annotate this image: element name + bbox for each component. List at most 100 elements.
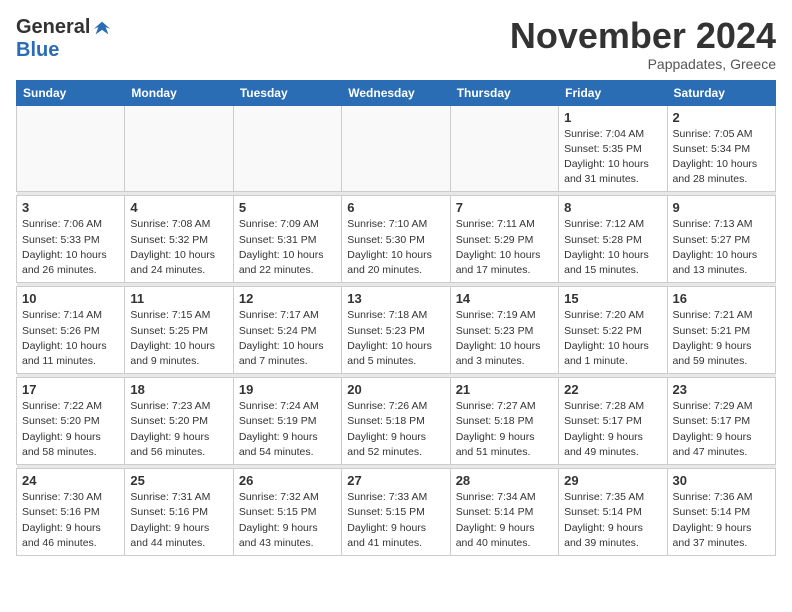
calendar-week-4: 17 Sunrise: 7:22 AM Sunset: 5:20 PM Dayli…	[17, 378, 776, 465]
logo-bird-icon	[92, 18, 112, 38]
day-number: 29	[564, 473, 661, 488]
calendar-cell: 3Sunrise: 7:06 AM Sunset: 5:33 PM Daylig…	[17, 196, 125, 283]
day-number: 20	[347, 382, 444, 397]
day-info: Sunrise: 7:34 AM Sunset: 5:14 PM Dayligh…	[456, 490, 553, 551]
day-number: 13	[347, 291, 444, 306]
day-number: 26	[239, 473, 336, 488]
calendar-week-3: 10 Sunrise: 7:14 AM Sunset: 5:26 PM Dayli…	[17, 287, 776, 374]
location-text: Pappadates, Greece	[510, 56, 776, 72]
calendar-cell	[450, 105, 558, 192]
day-info: Sunrise: 7:04 AM Sunset: 5:35 PM Dayligh…	[564, 127, 661, 188]
day-number: 6	[347, 200, 444, 215]
calendar-cell	[125, 105, 233, 192]
day-number: 16	[673, 291, 770, 306]
day-info: Sunrise: 7:33 AM Sunset: 5:15 PM Dayligh…	[347, 490, 444, 551]
day-info: Sunrise: 7:06 AM Sunset: 5:33 PM Dayligh…	[22, 217, 119, 278]
title-block: November 2024 Pappadates, Greece	[510, 16, 776, 72]
day-number: 19	[239, 382, 336, 397]
calendar-cell: 20 Sunrise: 7:26 AM Sunset: 5:18 PM Dayli…	[342, 378, 450, 465]
day-number: 12	[239, 291, 336, 306]
day-number: 1	[564, 110, 661, 125]
day-number: 23	[673, 382, 770, 397]
calendar-cell: 12 Sunrise: 7:17 AM Sunset: 5:24 PM Dayli…	[233, 287, 341, 374]
day-number: 5	[239, 200, 336, 215]
day-info: Sunrise: 7:20 AM Sunset: 5:22 PM Dayligh…	[564, 308, 661, 369]
day-info: Sunrise: 7:15 AM Sunset: 5:25 PM Dayligh…	[130, 308, 227, 369]
day-info: Sunrise: 7:32 AM Sunset: 5:15 PM Dayligh…	[239, 490, 336, 551]
day-info: Sunrise: 7:11 AM Sunset: 5:29 PM Dayligh…	[456, 217, 553, 278]
day-info: Sunrise: 7:05 AM Sunset: 5:34 PM Dayligh…	[673, 127, 770, 188]
calendar-cell	[233, 105, 341, 192]
calendar-header-row: Sunday Monday Tuesday Wednesday Thursday…	[17, 80, 776, 105]
col-monday: Monday	[125, 80, 233, 105]
day-number: 18	[130, 382, 227, 397]
day-info: Sunrise: 7:17 AM Sunset: 5:24 PM Dayligh…	[239, 308, 336, 369]
day-info: Sunrise: 7:21 AM Sunset: 5:21 PM Dayligh…	[673, 308, 770, 369]
day-info: Sunrise: 7:23 AM Sunset: 5:20 PM Dayligh…	[130, 399, 227, 460]
calendar-cell: 18 Sunrise: 7:23 AM Sunset: 5:20 PM Dayli…	[125, 378, 233, 465]
day-number: 4	[130, 200, 227, 215]
day-number: 24	[22, 473, 119, 488]
calendar-cell: 11 Sunrise: 7:15 AM Sunset: 5:25 PM Dayli…	[125, 287, 233, 374]
calendar-table: Sunday Monday Tuesday Wednesday Thursday…	[16, 80, 776, 556]
day-info: Sunrise: 7:18 AM Sunset: 5:23 PM Dayligh…	[347, 308, 444, 369]
day-number: 7	[456, 200, 553, 215]
day-info: Sunrise: 7:22 AM Sunset: 5:20 PM Dayligh…	[22, 399, 119, 460]
day-info: Sunrise: 7:10 AM Sunset: 5:30 PM Dayligh…	[347, 217, 444, 278]
calendar-cell: 26 Sunrise: 7:32 AM Sunset: 5:15 PM Dayli…	[233, 469, 341, 556]
day-info: Sunrise: 7:31 AM Sunset: 5:16 PM Dayligh…	[130, 490, 227, 551]
calendar-cell: 30 Sunrise: 7:36 AM Sunset: 5:14 PM Dayli…	[667, 469, 775, 556]
calendar-week-1: 1 Sunrise: 7:04 AM Sunset: 5:35 PM Daylig…	[17, 105, 776, 192]
day-number: 22	[564, 382, 661, 397]
calendar-cell: 14Sunrise: 7:19 AM Sunset: 5:23 PM Dayli…	[450, 287, 558, 374]
col-friday: Friday	[559, 80, 667, 105]
calendar-cell: 23Sunrise: 7:29 AM Sunset: 5:17 PM Dayli…	[667, 378, 775, 465]
calendar-cell: 13 Sunrise: 7:18 AM Sunset: 5:23 PM Dayli…	[342, 287, 450, 374]
day-info: Sunrise: 7:12 AM Sunset: 5:28 PM Dayligh…	[564, 217, 661, 278]
logo: General Blue	[16, 16, 112, 62]
calendar-cell: 15 Sunrise: 7:20 AM Sunset: 5:22 PM Dayli…	[559, 287, 667, 374]
day-number: 27	[347, 473, 444, 488]
calendar-cell	[17, 105, 125, 192]
day-number: 2	[673, 110, 770, 125]
day-number: 21	[456, 382, 553, 397]
calendar-cell: 25Sunrise: 7:31 AM Sunset: 5:16 PM Dayli…	[125, 469, 233, 556]
day-number: 30	[673, 473, 770, 488]
calendar-cell: 27 Sunrise: 7:33 AM Sunset: 5:15 PM Dayli…	[342, 469, 450, 556]
day-number: 15	[564, 291, 661, 306]
day-number: 14	[456, 291, 553, 306]
day-info: Sunrise: 7:36 AM Sunset: 5:14 PM Dayligh…	[673, 490, 770, 551]
calendar-cell: 9 Sunrise: 7:13 AM Sunset: 5:27 PM Daylig…	[667, 196, 775, 283]
day-info: Sunrise: 7:35 AM Sunset: 5:14 PM Dayligh…	[564, 490, 661, 551]
col-thursday: Thursday	[450, 80, 558, 105]
day-info: Sunrise: 7:26 AM Sunset: 5:18 PM Dayligh…	[347, 399, 444, 460]
day-number: 9	[673, 200, 770, 215]
calendar-cell: 1 Sunrise: 7:04 AM Sunset: 5:35 PM Daylig…	[559, 105, 667, 192]
day-number: 17	[22, 382, 119, 397]
calendar-cell: 22Sunrise: 7:28 AM Sunset: 5:17 PM Dayli…	[559, 378, 667, 465]
day-number: 8	[564, 200, 661, 215]
calendar-cell: 6 Sunrise: 7:10 AM Sunset: 5:30 PM Daylig…	[342, 196, 450, 283]
calendar-cell: 16 Sunrise: 7:21 AM Sunset: 5:21 PM Dayli…	[667, 287, 775, 374]
day-info: Sunrise: 7:14 AM Sunset: 5:26 PM Dayligh…	[22, 308, 119, 369]
day-info: Sunrise: 7:24 AM Sunset: 5:19 PM Dayligh…	[239, 399, 336, 460]
day-number: 11	[130, 291, 227, 306]
day-info: Sunrise: 7:09 AM Sunset: 5:31 PM Dayligh…	[239, 217, 336, 278]
logo-general-text: General	[16, 16, 90, 39]
day-number: 10	[22, 291, 119, 306]
calendar-cell: 24 Sunrise: 7:30 AM Sunset: 5:16 PM Dayli…	[17, 469, 125, 556]
page-header: General Blue November 2024 Pappadates, G…	[16, 16, 776, 72]
col-sunday: Sunday	[17, 80, 125, 105]
day-info: Sunrise: 7:30 AM Sunset: 5:16 PM Dayligh…	[22, 490, 119, 551]
col-tuesday: Tuesday	[233, 80, 341, 105]
calendar-week-2: 3Sunrise: 7:06 AM Sunset: 5:33 PM Daylig…	[17, 196, 776, 283]
day-info: Sunrise: 7:13 AM Sunset: 5:27 PM Dayligh…	[673, 217, 770, 278]
calendar-cell: 2 Sunrise: 7:05 AM Sunset: 5:34 PM Daylig…	[667, 105, 775, 192]
calendar-week-5: 24 Sunrise: 7:30 AM Sunset: 5:16 PM Dayli…	[17, 469, 776, 556]
calendar-cell: 29 Sunrise: 7:35 AM Sunset: 5:14 PM Dayli…	[559, 469, 667, 556]
calendar-cell: 28 Sunrise: 7:34 AM Sunset: 5:14 PM Dayli…	[450, 469, 558, 556]
day-number: 28	[456, 473, 553, 488]
col-wednesday: Wednesday	[342, 80, 450, 105]
day-info: Sunrise: 7:08 AM Sunset: 5:32 PM Dayligh…	[130, 217, 227, 278]
calendar-cell	[342, 105, 450, 192]
